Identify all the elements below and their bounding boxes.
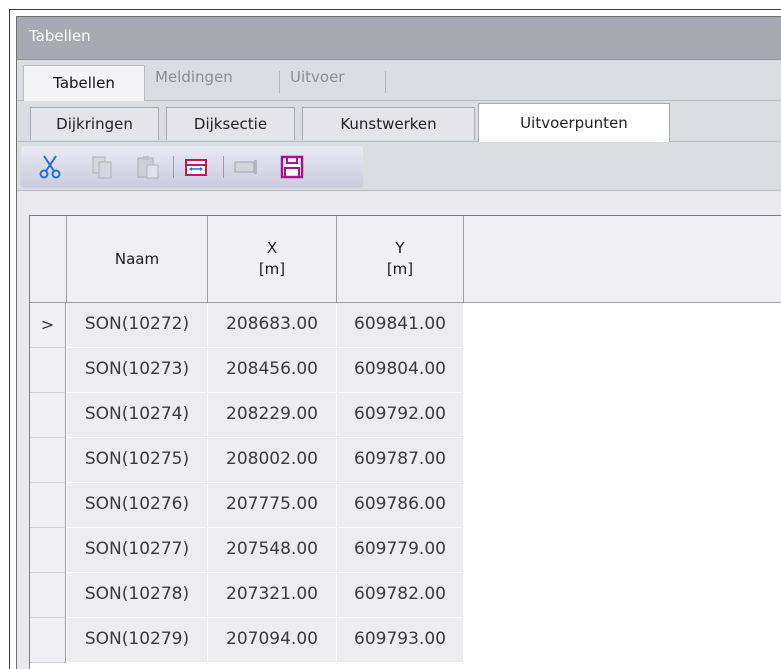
row-selector[interactable]	[30, 573, 66, 618]
tab-kunstwerken[interactable]: Kunstwerken	[302, 107, 475, 140]
panel-titlebar: Tabellen	[17, 17, 781, 60]
tab-separator	[385, 71, 386, 93]
cell-y[interactable]: 609804.00	[337, 348, 464, 393]
cell-naam[interactable]: SON(10279)	[67, 618, 208, 663]
cell-naam[interactable]: SON(10277)	[67, 528, 208, 573]
cell-y[interactable]: 609787.00	[337, 438, 464, 483]
tab-uitvoer[interactable]: Uitvoer	[290, 60, 344, 94]
table-row[interactable]: SON(10275) 208002.00 609787.00	[30, 438, 781, 483]
tab-tabellen[interactable]: Tabellen	[23, 65, 145, 102]
cell-x[interactable]: 208683.00	[208, 303, 337, 348]
tab-dijksectie[interactable]: Dijksectie	[166, 107, 295, 140]
sub-tabstrip: Dijkringen Dijksectie Kunstwerken Uitvoe…	[17, 101, 781, 142]
table-row[interactable]: SON(10276) 207775.00 609786.00	[30, 483, 781, 528]
cell-x[interactable]: 207321.00	[208, 573, 337, 618]
row-selector[interactable]	[30, 438, 66, 483]
cell-x[interactable]: 208002.00	[208, 438, 337, 483]
column-width-icon[interactable]	[183, 154, 209, 180]
cell-x[interactable]: 207548.00	[208, 528, 337, 573]
cell-naam[interactable]: SON(10276)	[67, 483, 208, 528]
cell-x[interactable]: 208229.00	[208, 393, 337, 438]
table-row[interactable]: > SON(10272) 208683.00 609841.00	[30, 303, 781, 348]
toolbar	[17, 142, 781, 191]
toolbar-separator	[173, 156, 174, 178]
table-row[interactable]: SON(10274) 208229.00 609792.00	[30, 393, 781, 438]
cell-y[interactable]: 609786.00	[337, 483, 464, 528]
column-header-y[interactable]: Y [m]	[337, 216, 464, 303]
cell-naam[interactable]: SON(10272)	[67, 303, 208, 348]
cell-naam[interactable]: SON(10273)	[67, 348, 208, 393]
row-selector[interactable]	[30, 528, 66, 573]
table-row[interactable]: SON(10278) 207321.00 609782.00	[30, 573, 781, 618]
column-header-x[interactable]: X [m]	[208, 216, 337, 303]
cell-y[interactable]: 609793.00	[337, 618, 464, 663]
panel-title: Tabellen	[29, 27, 91, 45]
cell-y[interactable]: 609792.00	[337, 393, 464, 438]
row-selector[interactable]	[30, 393, 66, 438]
cell-y[interactable]: 609782.00	[337, 573, 464, 618]
toolbar-separator	[223, 156, 224, 178]
table-row[interactable]: SON(10277) 207548.00 609779.00	[30, 528, 781, 573]
cell-naam[interactable]: SON(10278)	[67, 573, 208, 618]
toolbar-group	[21, 146, 363, 188]
row-selector[interactable]: >	[30, 303, 66, 348]
row-selector[interactable]	[30, 618, 66, 663]
cell-y[interactable]: 609841.00	[337, 303, 464, 348]
save-icon[interactable]	[279, 154, 305, 180]
tab-separator	[279, 71, 280, 93]
tables-panel: Tabellen Tabellen Meldingen Uitvoer Dijk…	[16, 16, 781, 669]
paste-icon[interactable]	[135, 154, 161, 180]
row-selector[interactable]	[30, 348, 66, 393]
tab-uitvoerpunten[interactable]: Uitvoerpunten	[478, 103, 670, 142]
cell-x[interactable]: 208456.00	[208, 348, 337, 393]
uitvoerpunten-table: Naam X [m] Y [m] > SON(10272) 208683.00 609…	[29, 215, 781, 669]
cell-naam[interactable]: SON(10275)	[67, 438, 208, 483]
cell-x[interactable]: 207775.00	[208, 483, 337, 528]
cell-x[interactable]: 207094.00	[208, 618, 337, 663]
cell-naam[interactable]: SON(10274)	[67, 393, 208, 438]
column-header-naam[interactable]: Naam	[67, 216, 208, 303]
copy-icon[interactable]	[89, 154, 115, 180]
cut-icon[interactable]	[37, 154, 63, 180]
column-header-filler	[464, 216, 781, 303]
tab-dijkringen[interactable]: Dijkringen	[30, 107, 159, 140]
row-header-corner	[30, 216, 67, 303]
edit-row-icon[interactable]	[233, 154, 259, 180]
table-row[interactable]: SON(10273) 208456.00 609804.00	[30, 348, 781, 393]
table-row[interactable]: SON(10279) 207094.00 609793.00	[30, 618, 781, 663]
cell-y[interactable]: 609779.00	[337, 528, 464, 573]
row-selector[interactable]	[30, 483, 66, 528]
main-tabstrip: Tabellen Meldingen Uitvoer	[17, 60, 781, 102]
tab-meldingen[interactable]: Meldingen	[155, 60, 233, 94]
